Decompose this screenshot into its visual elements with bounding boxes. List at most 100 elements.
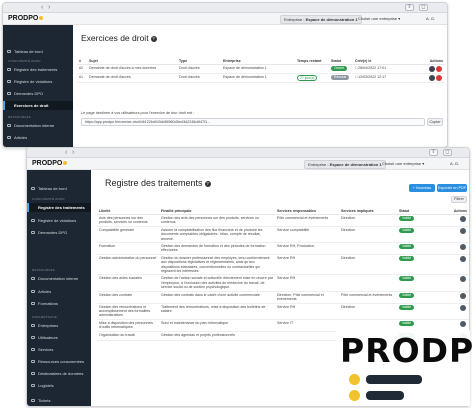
table-row[interactable]: Gestion des rémunérations et accomplisse… — [97, 303, 469, 320]
cell-impl: Direction — [339, 254, 397, 276]
view-icon[interactable] — [460, 276, 466, 283]
help-icon[interactable]: ? — [150, 35, 157, 42]
brand-dot-icon — [349, 374, 360, 385]
view-icon[interactable] — [460, 244, 466, 251]
sidebar-item-utilisateurs[interactable]: Utilisateurs — [27, 333, 91, 342]
table-row[interactable]: Comptabilité générale Assurer la comptab… — [97, 226, 469, 244]
sidebar-item-articles[interactable]: Articles — [3, 133, 73, 142]
delete-icon[interactable] — [436, 66, 442, 72]
help-icon[interactable]: ? — [204, 180, 211, 187]
cell-statut: Résolue — [329, 73, 353, 83]
table-row[interactable]: #1 Demande de droit d'accès Droit d'accè… — [77, 73, 445, 83]
logo: PRODPO — [8, 15, 44, 22]
filter-button[interactable]: Filtrer — [451, 196, 467, 203]
sidebar-item-label: Documentation interne — [38, 276, 79, 281]
copy-button[interactable]: Copier — [427, 118, 443, 126]
sidebar-item-logiciels[interactable]: Logiciels — [27, 381, 91, 390]
rights-table: # Sujet Type Entreprise Temps restant St… — [77, 58, 445, 83]
enterprise-name: Espace de démonstration 1 — [305, 17, 358, 22]
sidebar-item-registre-violations[interactable]: Registre de violations — [27, 216, 91, 225]
view-icon[interactable] — [460, 216, 466, 222]
forward-icon[interactable]: › — [72, 149, 74, 156]
link-url-field[interactable]: https://app.prodpo.fr/exercice-droit/4b1… — [81, 118, 425, 126]
sidebar-item-label: Entreprises — [38, 323, 59, 328]
cell-libelle: Formation — [97, 242, 159, 255]
view-icon[interactable] — [460, 227, 466, 234]
calendar-icon: □ — [355, 66, 358, 70]
view-icon[interactable] — [429, 75, 435, 81]
view-icon[interactable] — [460, 320, 466, 327]
share-icon[interactable]: ⇧ — [429, 149, 438, 156]
cell-resp: Service RH, Production — [275, 242, 339, 255]
logo-pro: PRO — [32, 160, 48, 167]
sidebar-item-dashboard[interactable]: Tableau de bord — [27, 184, 91, 193]
sidebar-item-documentation[interactable]: Documentation interne — [27, 274, 91, 283]
logo: PRODPO — [32, 160, 68, 167]
page-title-text: Exercices de droit — [81, 33, 149, 43]
cell-resp: Pôle commercial et événements — [275, 214, 339, 227]
page-title-text: Registre des traitements — [105, 178, 203, 188]
sidebar-item-services[interactable]: Services — [27, 345, 91, 354]
cell-impl: Direction — [339, 226, 397, 244]
status-badge: Validé — [399, 320, 415, 326]
cell-finalite: Gestion du dossier professionnel des emp… — [159, 254, 275, 276]
table-row[interactable]: Gestion des contrats Gestion des contrat… — [97, 291, 469, 304]
sidebar-item-registre-traitements[interactable]: Registre des traitements — [3, 65, 73, 74]
status-badge: Validé — [399, 244, 415, 250]
table-row[interactable]: #2 Demande de droit d'accès à mes donnée… — [77, 64, 445, 74]
cell-cree-text: 12/03/2022 12:17 — [358, 75, 387, 79]
sidebar-item-registre-traitements[interactable]: Registre des traitements — [27, 203, 91, 212]
cell-finalite: Assurer la comptabilisation des flux fin… — [159, 226, 275, 244]
cell-type: Droit d'accès — [177, 64, 221, 74]
user-menu[interactable]: A. G. — [426, 16, 435, 21]
top-header: PRODPO Entreprise : Espace de démonstrat… — [27, 158, 469, 170]
delete-icon[interactable] — [436, 75, 442, 81]
view-icon[interactable] — [460, 304, 466, 311]
enterprise-select[interactable]: Choisir une entreprise ▾ — [382, 161, 424, 166]
sidebar-item-entreprises[interactable]: Entreprises — [27, 321, 91, 330]
cell-impl: Direction — [339, 214, 397, 227]
ticket-icon — [31, 399, 35, 402]
sidebar-item-exercices-droit[interactable]: Exercices de droit — [3, 101, 73, 110]
cell-libelle: Comptabilité générale — [97, 226, 159, 244]
table-row[interactable]: Gestion administrative du personnel Gest… — [97, 254, 469, 276]
sidebar-item-dashboard[interactable]: Tableau de bord — [3, 47, 73, 56]
sidebar-item-ressources[interactable]: Ressources consommées — [27, 357, 91, 366]
user-menu[interactable]: A. G. — [450, 161, 459, 166]
back-icon[interactable]: ‹ — [65, 149, 67, 156]
sidebar-item-label: Demandes DPO — [38, 230, 68, 235]
view-icon[interactable] — [429, 66, 435, 72]
forward-icon[interactable]: › — [48, 4, 50, 11]
cell-resp — [275, 331, 339, 341]
dashboard-icon — [7, 50, 11, 53]
cell-impl: Pôle commercial et événements — [339, 291, 397, 304]
page-title: Registre des traitements? — [105, 178, 211, 188]
sidebar-item-articles[interactable]: Articles — [27, 287, 91, 296]
back-icon[interactable]: ‹ — [41, 4, 43, 11]
tabs-icon[interactable]: ◻ — [443, 149, 452, 156]
new-button[interactable]: + Nouveau — [409, 184, 435, 192]
view-icon[interactable] — [460, 292, 466, 299]
sidebar-item-demandes-dpo[interactable]: Demandes DPO — [3, 89, 73, 98]
share-icon[interactable]: ⇧ — [405, 4, 414, 11]
view-icon[interactable] — [460, 255, 466, 262]
sidebar-item-destinataires[interactable]: Destinataires de données — [27, 369, 91, 378]
tabs-icon[interactable]: ◻ — [419, 4, 428, 11]
table-row[interactable]: Formation Gestion des demandes de format… — [97, 242, 469, 255]
cell-libelle: Avis des personnes sur des produits, ser… — [97, 214, 159, 227]
cell-actions — [441, 214, 469, 227]
sidebar-item-tickets[interactable]: Tickets — [27, 396, 91, 405]
cell-finalite: Suivi et maintenance du parc informatiqu… — [159, 319, 275, 332]
cell-actions — [403, 73, 445, 83]
table-row[interactable]: Gestion des aides sociales Gestion de l'… — [97, 274, 469, 292]
sidebar-item-demandes-dpo[interactable]: Demandes DPO — [27, 228, 91, 237]
sidebar-item-documentation[interactable]: Documentation interne — [3, 121, 73, 130]
table-row[interactable]: Avis des personnes sur des produits, ser… — [97, 214, 469, 227]
brand-dot-icon — [349, 390, 360, 401]
cell-statut: Validé — [397, 303, 441, 320]
enterprise-select[interactable]: Choisir une entreprise ▾ — [358, 16, 400, 21]
sidebar-item-registre-violations[interactable]: Registre de violations — [3, 77, 73, 86]
export-pdf-button[interactable]: Exporter en PDF — [437, 184, 467, 192]
article-icon — [31, 290, 35, 293]
sidebar-item-formations[interactable]: Formations — [27, 299, 91, 308]
